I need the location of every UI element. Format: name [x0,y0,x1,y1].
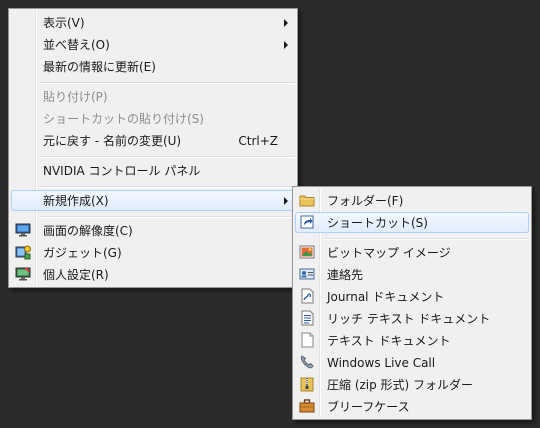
menu-item-label: 表示(V) [43,16,85,30]
menu-item-label: 新規作成(X) [43,194,109,208]
menu-item-paste[interactable]: 貼り付け(P) [11,86,295,107]
menu-item-label: 個人設定(R) [43,268,109,282]
menu-item-label: 最新の情報に更新(E) [43,60,156,74]
rich-text-document-icon [299,310,315,326]
menu-item-label: 貼り付け(P) [43,90,108,104]
submenu-item-text[interactable]: テキスト ドキュメント [295,330,529,351]
gadgets-icon [15,244,31,260]
bitmap-icon [299,244,315,260]
phone-icon [299,354,315,370]
desktop-context-menu: 表示(V) 並べ替え(O) 最新の情報に更新(E) 貼り付け(P) ショートカッ… [8,8,298,288]
submenu-arrow-icon [284,19,288,27]
submenu-item-windows-live-call[interactable]: Windows Live Call [295,352,529,373]
menu-separator [39,156,295,158]
menu-item-label: ショートカット(S) [327,216,428,230]
menu-item-undo[interactable]: 元に戻す - 名前の変更(U) Ctrl+Z [11,130,295,151]
menu-item-label: 並べ替え(O) [43,38,110,52]
submenu-item-zip-folder[interactable]: 圧縮 (zip 形式) フォルダー [295,374,529,395]
menu-item-sort[interactable]: 並べ替え(O) [11,34,295,55]
keyboard-shortcut: Ctrl+Z [238,133,278,148]
menu-item-label: 画面の解像度(C) [43,224,133,238]
menu-item-paste-shortcut[interactable]: ショートカットの貼り付け(S) [11,108,295,129]
contact-card-icon [299,266,315,282]
menu-item-label: ガジェット(G) [43,246,122,260]
submenu-item-rich-text[interactable]: リッチ テキスト ドキュメント [295,308,529,329]
menu-item-label: NVIDIA コントロール パネル [43,164,201,178]
menu-item-personalize[interactable]: 個人設定(R) [11,264,295,285]
menu-item-label: Journal ドキュメント [327,290,445,304]
menu-item-label: 連絡先 [327,268,364,282]
menu-item-label: リッチ テキスト ドキュメント [327,312,491,326]
zip-folder-icon [299,376,315,392]
menu-item-label: ビットマップ イメージ [327,246,451,260]
menu-item-nvidia-control-panel[interactable]: NVIDIA コントロール パネル [11,160,295,181]
menu-item-label: Windows Live Call [327,355,436,370]
new-submenu: フォルダー(F) ショートカット(S) ビットマップ イメージ 連絡先 Jour… [292,186,532,420]
submenu-item-folder[interactable]: フォルダー(F) [295,190,529,211]
menu-item-label: 圧縮 (zip 形式) フォルダー [327,378,474,392]
menu-item-new[interactable]: 新規作成(X) [11,190,295,211]
menu-item-label: フォルダー(F) [327,194,404,208]
submenu-item-briefcase[interactable]: ブリーフケース [295,396,529,417]
menu-separator [323,238,529,240]
submenu-item-bitmap[interactable]: ビットマップ イメージ [295,242,529,263]
submenu-item-contact[interactable]: 連絡先 [295,264,529,285]
monitor-icon [15,222,31,238]
menu-item-refresh[interactable]: 最新の情報に更新(E) [11,56,295,77]
menu-item-gadgets[interactable]: ガジェット(G) [11,242,295,263]
submenu-arrow-icon [284,41,288,49]
menu-separator [39,82,295,84]
shortcut-icon [299,214,315,230]
menu-separator [39,216,295,218]
personalize-icon [15,266,31,282]
folder-icon [299,192,315,208]
text-document-icon [299,332,315,348]
menu-item-screen-resolution[interactable]: 画面の解像度(C) [11,220,295,241]
submenu-arrow-icon [284,197,288,205]
menu-separator [39,186,295,188]
menu-item-view[interactable]: 表示(V) [11,12,295,33]
menu-item-label: テキスト ドキュメント [327,334,451,348]
menu-item-label: ブリーフケース [327,400,410,414]
menu-item-label: ショートカットの貼り付け(S) [43,112,204,126]
briefcase-icon [299,398,315,414]
submenu-item-shortcut[interactable]: ショートカット(S) [295,212,529,233]
submenu-item-journal[interactable]: Journal ドキュメント [295,286,529,307]
journal-document-icon [299,288,315,304]
menu-item-label: 元に戻す - 名前の変更(U) [43,134,182,148]
